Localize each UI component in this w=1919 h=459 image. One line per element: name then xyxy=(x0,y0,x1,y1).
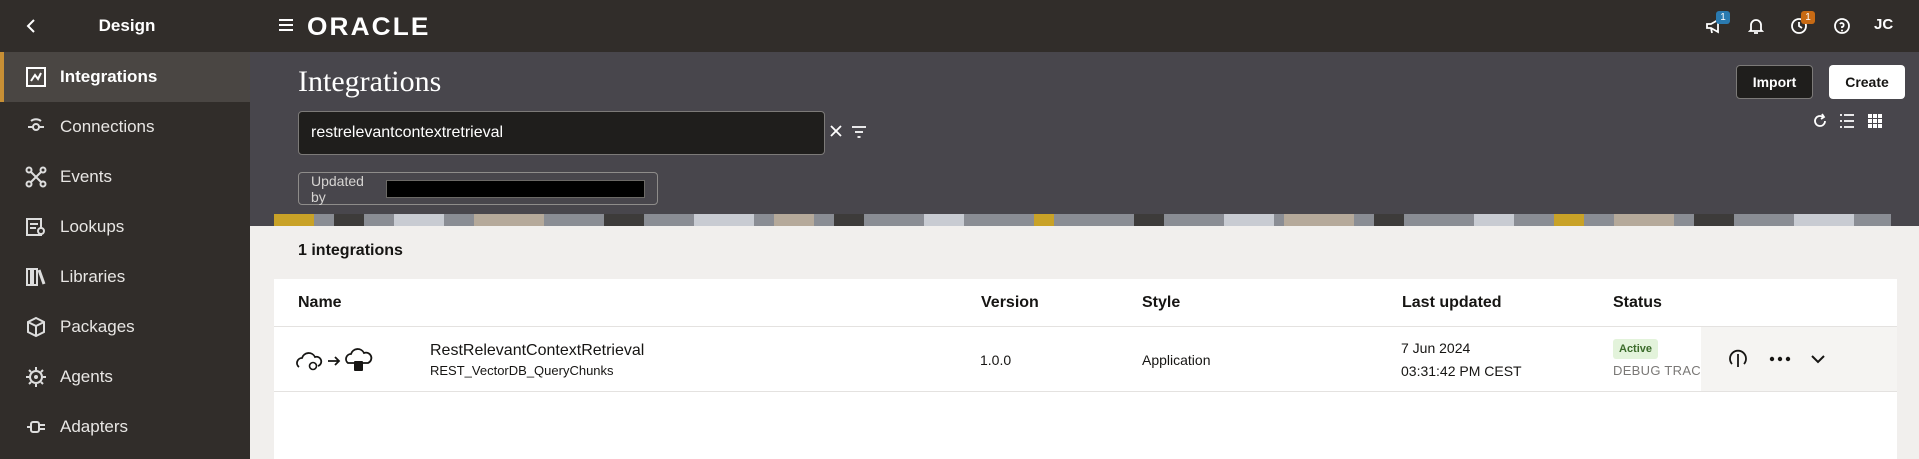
activate-icon[interactable] xyxy=(1726,347,1750,371)
sidebar-item-label: Connections xyxy=(60,117,155,136)
updated-by-filter-chip[interactable]: Updated by xyxy=(298,172,658,205)
sidebar-item-adapters[interactable]: Adapters xyxy=(0,402,250,452)
last-updated-time: 03:31:42 PM CEST xyxy=(1401,363,1522,379)
lookups-icon xyxy=(24,215,48,239)
sidebar-item-label: Packages xyxy=(60,317,135,336)
integrations-icon xyxy=(24,65,48,89)
sidebar-item-libraries[interactable]: Libraries xyxy=(0,252,250,302)
status-subtext: DEBUG TRACIN xyxy=(1613,363,1703,378)
adapters-icon xyxy=(24,415,48,439)
oracle-logo[interactable]: ORACLE xyxy=(307,13,430,42)
list-view-icon[interactable] xyxy=(1838,112,1856,130)
column-header-last-updated[interactable]: Last updated xyxy=(1402,294,1502,312)
sidebar-item-integrations[interactable]: Integrations xyxy=(0,52,250,102)
column-header-name[interactable]: Name xyxy=(298,294,342,312)
row-actions xyxy=(1701,327,1897,391)
packages-icon xyxy=(24,315,48,339)
notifications-bell-icon[interactable] xyxy=(1744,14,1768,38)
announcements-icon[interactable]: 1 xyxy=(1702,11,1730,38)
table-row[interactable]: RestRelevantContextRetrieval REST_Vector… xyxy=(274,326,1897,392)
activity-badge: 1 xyxy=(1801,11,1815,24)
top-bar: ORACLE 1 1 JC xyxy=(250,0,1919,52)
integrations-table: Name Version Style Last updated Status R… xyxy=(274,279,1897,459)
sidebar-item-label: Events xyxy=(60,167,112,186)
results-count: 1 integrations xyxy=(298,242,403,259)
sidebar-item-label: Libraries xyxy=(60,267,126,286)
activity-stream-icon[interactable]: 1 xyxy=(1787,11,1815,38)
agents-icon xyxy=(24,365,48,389)
sidebar-item-connections[interactable]: Connections xyxy=(0,102,250,152)
sidebar-item-lookups[interactable]: Lookups xyxy=(0,202,250,252)
sidebar-item-agents[interactable]: Agents xyxy=(0,352,250,402)
page-title: Integrations xyxy=(298,65,442,98)
search-input-value: restrelevantcontextretrieval xyxy=(311,124,504,141)
decorative-banner-pattern xyxy=(274,214,1891,226)
sidebar-header: Design xyxy=(0,0,250,52)
column-header-version[interactable]: Version xyxy=(981,294,1039,312)
sidebar-item-label: Adapters xyxy=(60,417,129,436)
redacted-value xyxy=(385,179,645,198)
clear-search-icon[interactable] xyxy=(828,123,844,139)
integration-version: 1.0.0 xyxy=(980,352,1012,368)
sidebar-item-packages[interactable]: Packages xyxy=(0,302,250,352)
more-actions-icon[interactable] xyxy=(1768,347,1792,371)
sidebar-item-label: Lookups xyxy=(60,217,125,236)
hamburger-menu-icon[interactable] xyxy=(278,17,296,35)
user-avatar[interactable]: JC xyxy=(1874,16,1893,33)
filter-icon[interactable] xyxy=(851,124,867,140)
help-icon[interactable] xyxy=(1830,14,1854,38)
events-icon xyxy=(24,165,48,189)
refresh-icon[interactable] xyxy=(1811,112,1829,130)
sidebar-item-label: Agents xyxy=(60,367,113,386)
column-header-style[interactable]: Style xyxy=(1142,294,1180,312)
grid-view-icon[interactable] xyxy=(1866,112,1884,130)
column-header-status[interactable]: Status xyxy=(1613,294,1662,312)
announcements-badge: 1 xyxy=(1716,11,1730,24)
create-button[interactable]: Create xyxy=(1829,65,1905,99)
last-updated-date: 7 Jun 2024 xyxy=(1401,340,1471,356)
sidebar-item-label: Integrations xyxy=(60,67,158,86)
import-button[interactable]: Import xyxy=(1736,65,1813,99)
search-input[interactable]: restrelevantcontextretrieval xyxy=(298,111,825,155)
back-arrow-icon[interactable] xyxy=(20,14,44,38)
filter-chip-label: Updated by xyxy=(311,172,364,205)
integration-name[interactable]: RestRelevantContextRetrieval xyxy=(430,342,644,360)
expand-row-chevron-icon[interactable] xyxy=(1806,347,1830,371)
status-badge: Active xyxy=(1613,339,1659,359)
integration-style: Application xyxy=(1142,352,1211,368)
sidebar: Design Integrations Connections Events L… xyxy=(0,0,250,459)
connections-icon xyxy=(24,115,48,139)
integration-pattern-icon xyxy=(296,347,376,376)
integration-identifier: REST_VectorDB_QueryChunks xyxy=(430,363,614,378)
sidebar-item-events[interactable]: Events xyxy=(0,152,250,202)
libraries-icon xyxy=(24,265,48,289)
